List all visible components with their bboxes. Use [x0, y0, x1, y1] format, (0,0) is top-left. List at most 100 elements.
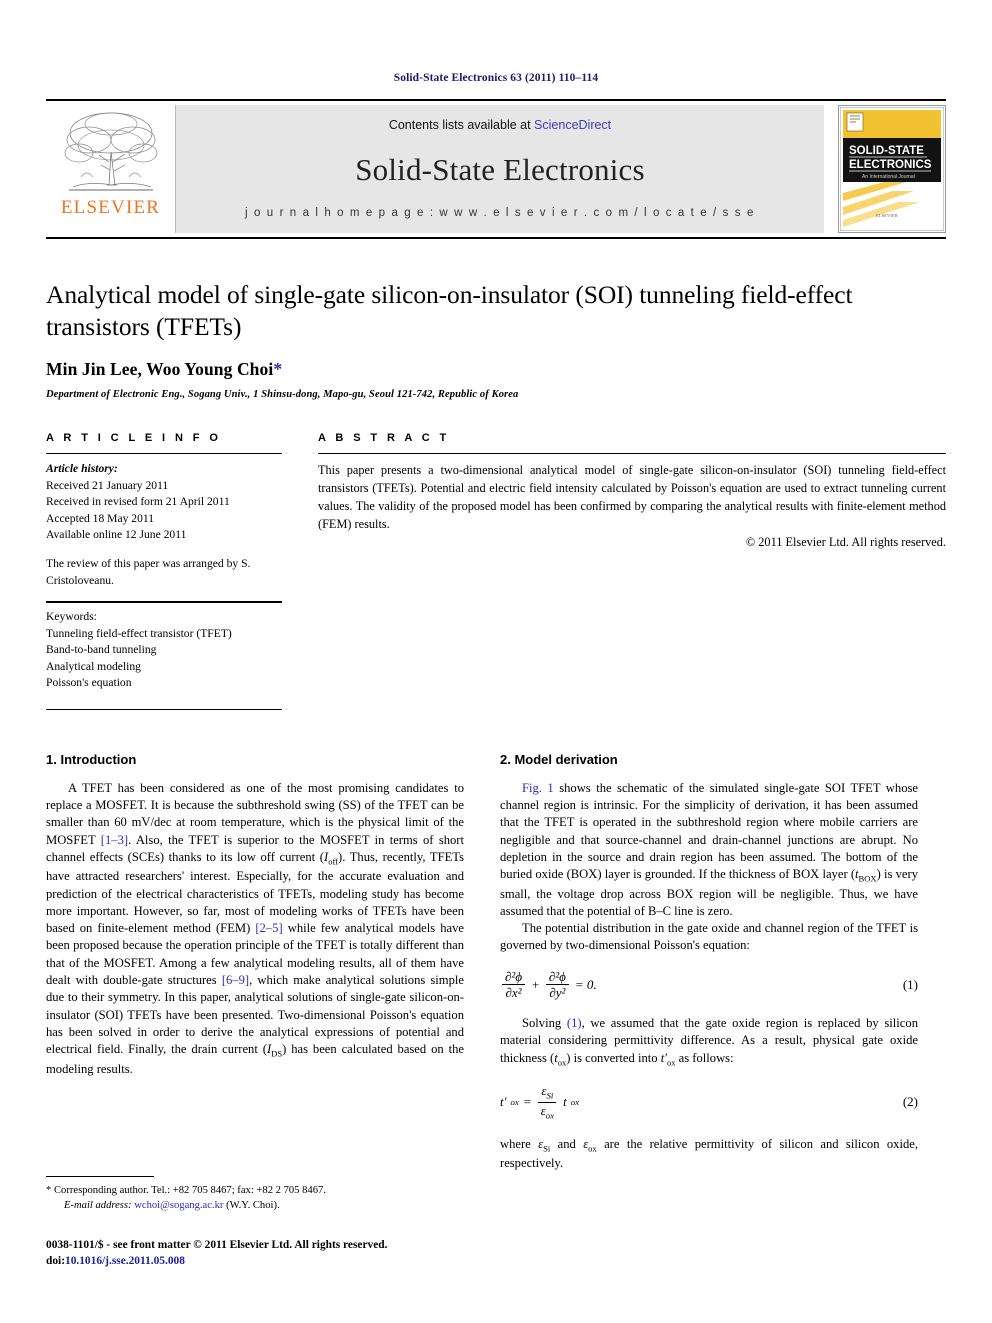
paragraph-model-4: where εSi and εox are the relative permi… [500, 1136, 918, 1173]
body-columns: 1. Introduction A TFET has been consider… [46, 752, 946, 1173]
permittivity-ratio: εSi εox [538, 1084, 557, 1121]
title-block: Analytical model of single-gate silicon-… [46, 279, 946, 400]
footnote-area: * Corresponding author. Tel.: +82 705 84… [46, 1176, 464, 1213]
citation-ref[interactable]: [6–9] [222, 973, 249, 987]
text-run: and [550, 1136, 584, 1151]
equation-1-rhs: = 0. [574, 976, 597, 992]
partial-y-fraction: ∂²ϕ ∂y² [545, 970, 569, 1001]
equation-1-expression: ∂²ϕ ∂x² + ∂²ϕ ∂y² = 0. [500, 970, 597, 1000]
keyword-item: Tunneling field-effect transistor (TFET) [46, 626, 232, 640]
doi-line: doi:10.1016/j.sse.2011.05.008 [46, 1254, 486, 1270]
keywords-label: Keywords: [46, 610, 97, 624]
abstract-text: This paper presents a two-dimensional an… [318, 463, 946, 532]
issn-line: 0038-1101/$ - see front matter © 2011 El… [46, 1239, 388, 1251]
footnote-marker: * [46, 1185, 52, 1196]
svg-text:ELECTRONICS: ELECTRONICS [849, 159, 932, 171]
equation-2-number: (2) [902, 1094, 918, 1110]
epsilon-ox-sub: ox [545, 1110, 555, 1121]
svg-text:An International Journal: An International Journal [862, 174, 915, 180]
keyword-item: Analytical modeling [46, 659, 141, 673]
keyword-item: Band-to-band tunneling [46, 643, 157, 657]
equation-1: ∂²ϕ ∂x² + ∂²ϕ ∂y² = 0. (1) [500, 970, 918, 1000]
journal-cover-thumbnail: SOLID-STATE ELECTRONICS An International… [838, 105, 946, 233]
abstract-heading: A B S T R A C T [318, 432, 450, 445]
epsilon-si-sub: Si [546, 1090, 554, 1101]
elsevier-tree-icon [64, 112, 157, 191]
fraction-denominator: ∂x² [505, 985, 522, 1001]
history-revised: Received in revised form 21 April 2011 [46, 495, 230, 509]
equation-2-lhs-sub: ox [510, 1097, 519, 1108]
symbol-ids-sub: DS [271, 1048, 283, 1059]
footnote-corresponding-text: Corresponding author. Tel.: +82 705 8467… [53, 1185, 326, 1196]
doi-link[interactable]: 10.1016/j.sse.2011.05.008 [65, 1255, 185, 1267]
text-run: ) is converted into [566, 1050, 661, 1065]
keyword-item: Poisson's equation [46, 676, 132, 690]
equation-1-number: (1) [902, 976, 918, 992]
history-received: Received 21 January 2011 [46, 478, 169, 492]
partial-x-fraction: ∂²ϕ ∂x² [502, 970, 526, 1001]
equation-ref[interactable]: (1) [567, 1016, 582, 1030]
page-title: Analytical model of single-gate silicon-… [46, 280, 853, 341]
email-label: E-mail address: [64, 1200, 132, 1212]
equation-2-expression: t′ ox = εSi εox t ox [500, 1084, 579, 1121]
article-info-column: A R T I C L E I N F O Article history: R… [46, 432, 282, 710]
column-right: 2. Model derivation Fig. 1 shows the sch… [500, 752, 918, 1173]
symbol-tox-prime-sub: ox [666, 1057, 676, 1068]
equation-2-lhs: t′ [500, 1094, 507, 1110]
fraction-denominator: ∂y² [549, 985, 566, 1001]
text-run: where [500, 1136, 539, 1151]
equals-operator: = [522, 1094, 532, 1110]
sciencedirect-link[interactable]: ScienceDirect [534, 118, 611, 132]
elsevier-logo: ELSEVIER [46, 105, 176, 233]
section-heading-introduction: 1. Introduction [46, 751, 137, 767]
email-link[interactable]: wchoi@sogang.ac.kr [134, 1200, 223, 1211]
fraction-denominator: εox [538, 1103, 557, 1121]
journal-title: Solid-State Electronics [355, 151, 645, 187]
divider-keywords-bottom [46, 708, 282, 710]
paragraph-introduction: A TFET has been considered as one of the… [46, 780, 464, 1078]
text-run: Solving [522, 1016, 567, 1031]
abstract-column: A B S T R A C T This paper presents a tw… [318, 432, 946, 709]
article-info-heading: A R T I C L E I N F O [46, 432, 222, 445]
corresponding-author-marker: * [273, 359, 283, 380]
history-accepted: Accepted 18 May 2011 [46, 511, 155, 525]
svg-text:SOLID-STATE: SOLID-STATE [849, 145, 924, 157]
history-online: Available online 12 June 2011 [46, 528, 187, 542]
article-page: Solid-State Electronics 63 (2011) 110–11… [0, 0, 992, 1323]
elsevier-wordmark: ELSEVIER [60, 197, 161, 218]
contents-available-line: Contents lists available at ScienceDirec… [389, 118, 611, 132]
journal-homepage[interactable]: j o u r n a l h o m e p a g e : w w w . … [245, 207, 755, 219]
footnote-corresponding: * Corresponding author. Tel.: +82 705 84… [46, 1183, 464, 1198]
section-heading-model-derivation: 2. Model derivation [500, 751, 618, 767]
column-left: 1. Introduction A TFET has been consider… [46, 752, 464, 1173]
contents-prefix: Contents lists available at [388, 118, 535, 132]
plus-operator: + [531, 976, 540, 992]
info-abstract-row: A R T I C L E I N F O Article history: R… [46, 432, 946, 710]
equation-2: t′ ox = εSi εox t ox (2) [500, 1084, 918, 1121]
article-history: Article history: Received 21 January 201… [46, 454, 282, 589]
paragraph-model-2: The potential distribution in the gate o… [500, 921, 918, 953]
fraction-numerator: ∂²ϕ [502, 970, 526, 986]
doi-label: doi: [46, 1254, 65, 1267]
footnote-divider [46, 1176, 154, 1177]
citation-ref[interactable]: [1–3] [101, 833, 128, 847]
article-history-label: Article history: [46, 462, 118, 476]
symbol-ioff-sub: off [328, 856, 338, 867]
affiliation: Department of Electronic Eng., Sogang Un… [46, 389, 519, 401]
journal-cover-image: SOLID-STATE ELECTRONICS An International… [840, 107, 944, 231]
journal-masthead: ELSEVIER Contents lists available at Sci… [46, 99, 946, 239]
keywords-section: Keywords: Tunneling field-effect transis… [46, 601, 282, 710]
fraction-numerator: εSi [538, 1084, 557, 1103]
email-owner: (W.Y. Choi). [226, 1200, 280, 1212]
imprint-block: 0038-1101/$ - see front matter © 2011 El… [46, 1238, 486, 1270]
text-run: as follows: [675, 1050, 734, 1065]
figure-ref[interactable]: Fig. 1 [522, 781, 554, 795]
equation-2-tail-sub: ox [570, 1097, 580, 1108]
symbol-tox-sub: ox [557, 1057, 567, 1068]
citation-ref[interactable]: [2–5] [255, 921, 282, 935]
footnote-email: E-mail address: wchoi@sogang.ac.kr (W.Y.… [46, 1198, 464, 1213]
symbol-tbox-sub: BOX [858, 873, 877, 884]
paragraph-model-1: Fig. 1 shows the schematic of the simula… [500, 780, 918, 920]
symbol-eps-ox-sub: ox [588, 1143, 597, 1154]
